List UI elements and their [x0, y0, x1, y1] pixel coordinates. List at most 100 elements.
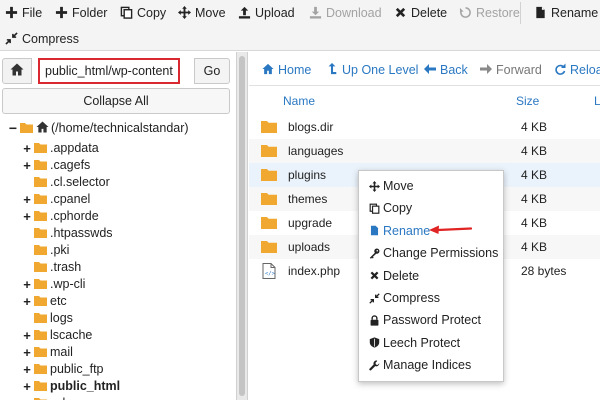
file-size: 4 KB	[521, 168, 548, 182]
context-menu-item[interactable]: Compress	[369, 288, 440, 308]
last-modified-column-header[interactable]: L	[594, 94, 600, 108]
context-menu-item[interactable]: Password Protect	[369, 310, 481, 330]
copy-label: Copy	[137, 5, 167, 20]
expand-toggle-icon[interactable]: +	[22, 209, 32, 224]
folder-open-icon	[20, 122, 34, 134]
tree-root[interactable]: − (/home/technicalstandar)	[8, 118, 189, 138]
expand-toggle-icon[interactable]: +	[22, 362, 32, 377]
home-nav-label: Home	[278, 63, 312, 77]
move-label: Move	[195, 5, 226, 20]
scrollbar-thumb[interactable]	[239, 56, 245, 396]
compress-label: Compress	[22, 31, 79, 46]
context-menu-item[interactable]: Delete	[369, 266, 419, 286]
context-menu-item[interactable]: Copy	[369, 198, 412, 218]
new-folder-button[interactable]: Folder	[54, 0, 107, 25]
reload-icon	[554, 63, 566, 78]
folder-icon	[34, 244, 48, 256]
compress-button[interactable]: Compress	[4, 26, 79, 51]
download-icon	[308, 6, 322, 20]
tree-item[interactable]: + ssl	[22, 393, 65, 400]
reload-label: Reload	[570, 63, 600, 77]
expand-toggle-icon[interactable]: +	[22, 141, 32, 156]
divider-scrollbar[interactable]	[236, 52, 248, 400]
file-name: index.php	[288, 264, 341, 278]
close-icon	[369, 270, 380, 281]
folder-icon	[34, 227, 48, 239]
home-nav-button[interactable]: Home	[262, 60, 311, 80]
download-button[interactable]: Download	[308, 0, 382, 25]
expand-toggle-icon[interactable]: +	[22, 158, 32, 173]
context-menu-item-label: Move	[383, 179, 414, 193]
expand-toggle-icon[interactable]: +	[22, 277, 32, 292]
context-menu-item-label: Change Permissions	[383, 246, 499, 261]
context-menu-item[interactable]: Move	[369, 176, 414, 196]
folder-icon	[34, 278, 48, 290]
path-input[interactable]	[38, 58, 180, 84]
file-row[interactable]: languages 4 KB	[249, 139, 600, 163]
expand-toggle-icon[interactable]: +	[22, 294, 32, 309]
copy-icon	[369, 203, 380, 214]
up-one-level-label: Up One Level	[342, 63, 419, 77]
collapse-all-button[interactable]: Collapse All	[2, 88, 230, 114]
back-label: Back	[440, 63, 468, 77]
folder-icon	[34, 380, 48, 392]
arrow-right-icon	[480, 63, 492, 78]
level-up-icon	[326, 62, 338, 78]
folder-icon	[34, 261, 48, 273]
file-name: languages	[288, 144, 344, 158]
rename-button[interactable]: Rename	[533, 0, 598, 25]
file-size: 28 bytes	[521, 264, 567, 278]
delete-button[interactable]: Delete	[393, 0, 447, 25]
restore-label: Restore	[476, 5, 520, 20]
file-size: 4 KB	[521, 120, 548, 134]
expand-toggle-icon[interactable]: +	[22, 345, 32, 360]
back-button[interactable]: Back	[424, 60, 468, 80]
context-menu-item[interactable]: Rename	[369, 221, 430, 241]
move-icon	[177, 6, 191, 20]
collapse-toggle-icon[interactable]: −	[8, 120, 18, 136]
file-name: plugins	[288, 168, 327, 182]
folder-icon	[261, 216, 277, 230]
expand-toggle-icon[interactable]: +	[22, 379, 32, 394]
context-menu-item-label: Delete	[383, 268, 420, 283]
context-menu: Move Copy Rename Change Permissions Delete Co…	[358, 170, 504, 382]
tree-item-label: .cl.selector	[50, 175, 110, 189]
forward-button[interactable]: Forward	[480, 60, 542, 80]
context-menu-item[interactable]: Change Permissions	[369, 243, 498, 263]
tree-item-label: logs	[50, 311, 73, 325]
restore-icon	[458, 6, 472, 20]
tree-item-label: .htpasswds	[50, 226, 113, 240]
tree-item-label: lscache	[50, 328, 93, 342]
plus-icon	[4, 6, 18, 20]
expand-toggle-icon[interactable]: +	[22, 396, 32, 400]
tree-item-label: public_html	[50, 379, 121, 393]
context-menu-item[interactable]: Manage Indices	[369, 355, 471, 375]
home-button[interactable]	[2, 58, 32, 84]
folder-icon	[34, 142, 48, 154]
up-one-level-button[interactable]: Up One Level	[326, 60, 418, 80]
size-column-header[interactable]: Size	[516, 94, 539, 108]
tree-item-label: .cphorde	[50, 209, 99, 223]
path-bar: Go	[2, 58, 230, 84]
copy-button[interactable]: Copy	[119, 0, 166, 25]
tree-item-label: .trash	[50, 260, 82, 274]
new-file-label: File	[22, 5, 43, 20]
home-icon	[10, 63, 24, 79]
restore-button[interactable]: Restore	[458, 0, 520, 25]
new-file-button[interactable]: File	[4, 0, 42, 25]
compress-icon	[4, 32, 18, 46]
file-row[interactable]: blogs.dir 4 KB	[249, 115, 600, 139]
reload-button[interactable]: Reload	[554, 60, 600, 80]
name-column-header[interactable]: Name	[283, 94, 315, 108]
copy-icon	[119, 6, 133, 20]
expand-toggle-icon[interactable]: +	[22, 192, 32, 207]
delete-label: Delete	[411, 5, 448, 20]
move-button[interactable]: Move	[177, 0, 226, 25]
go-button[interactable]: Go	[194, 58, 230, 84]
upload-button[interactable]: Upload	[237, 0, 295, 25]
navigation-bar: Home Up One Level Back Forward Reload	[249, 52, 600, 86]
close-icon	[393, 6, 407, 20]
folder-icon	[34, 363, 48, 375]
context-menu-item[interactable]: Leech Protect	[369, 333, 460, 353]
expand-toggle-icon[interactable]: +	[22, 328, 32, 343]
